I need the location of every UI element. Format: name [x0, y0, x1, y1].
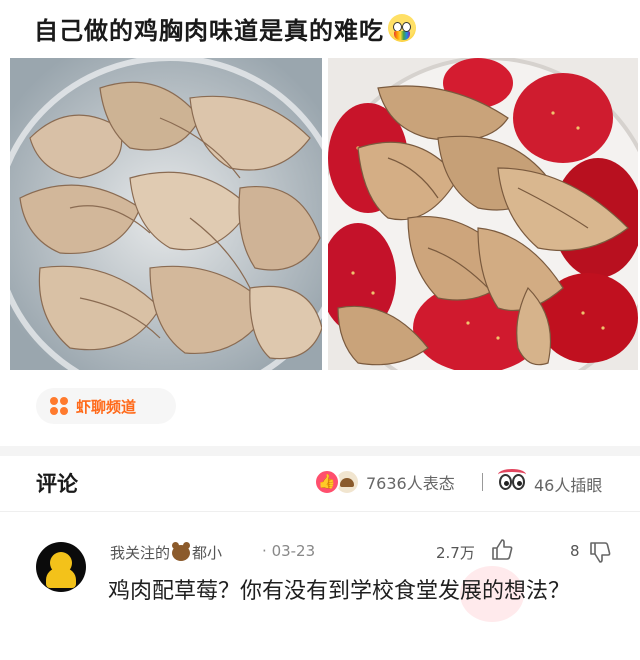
thumbs-up-icon[interactable] [490, 538, 514, 562]
reactions-count: 7636人表态 [366, 474, 455, 493]
date-value: 03-23 [271, 542, 316, 560]
section-divider [0, 446, 640, 456]
date-separator: · [262, 542, 267, 560]
like-count: 2.7万 [436, 544, 475, 562]
photo-chicken-strawberries[interactable] [328, 58, 638, 370]
flushed-face-emoji-icon [388, 14, 416, 42]
comments-header: 评论 👍 7636人表态 46人插眼 [0, 456, 640, 512]
chicken-strawberry-image [328, 58, 638, 370]
comment-text: 鸡肉配草莓？你有没有到学校食堂发展的想法？ [108, 579, 571, 604]
bear-icon [172, 541, 191, 561]
thumbs-down-icon[interactable] [588, 540, 612, 564]
username-prefix: 我关注的 [110, 544, 171, 562]
username-suffix: 都小 [192, 544, 223, 562]
eyes-icon[interactable] [498, 469, 528, 493]
comment-date: · 03-23 [262, 542, 315, 560]
thumbs-up-icon: 👍 [314, 469, 340, 495]
channel-label: 虾聊频道 [76, 397, 137, 416]
comments-title: 评论 [36, 472, 78, 496]
comment-item: 我关注的 都小 · 03-23 2.7万 8 鸡肉配草莓？你有没有到学校食堂发展… [0, 528, 640, 660]
dislike-count: 8 [570, 542, 580, 560]
chicken-bowl-image [10, 58, 322, 370]
post-title: 自己做的鸡胸肉味道是真的难吃 [34, 10, 416, 46]
header-separator [482, 473, 483, 491]
peek-count[interactable]: 46人插眼 [534, 472, 602, 496]
post-title-text: 自己做的鸡胸肉味道是真的难吃 [34, 16, 384, 45]
channel-chip[interactable]: 虾聊频道 [36, 388, 176, 424]
orange-flower-icon [50, 397, 68, 415]
comment-username[interactable]: 我关注的 都小 [110, 541, 223, 563]
avatar[interactable] [36, 542, 86, 592]
photo-shredded-chicken[interactable] [10, 58, 322, 370]
reactions-summary[interactable]: 👍 7636人表态 [314, 469, 455, 495]
